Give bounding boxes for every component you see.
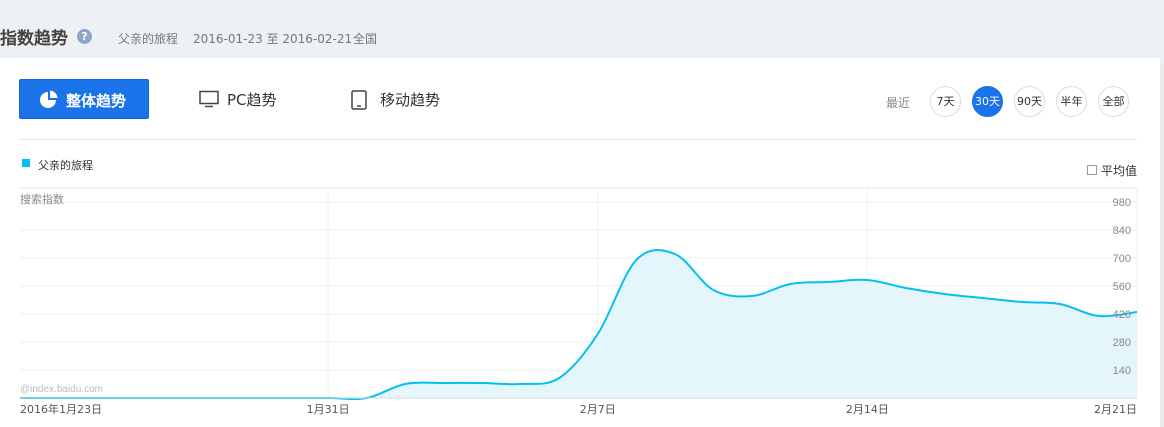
x-tick-label: 2月21日 bbox=[1094, 403, 1137, 416]
y-tick-label: 560 bbox=[1113, 281, 1131, 293]
y-tick-label: 700 bbox=[1113, 253, 1131, 265]
x-tick-label: 2月7日 bbox=[580, 403, 616, 416]
x-tick-label: 2016年1月23日 bbox=[20, 402, 102, 416]
y-tick-label: 140 bbox=[1113, 365, 1131, 377]
y-tick-label: 840 bbox=[1113, 225, 1131, 237]
y-tick-label: 420 bbox=[1113, 309, 1131, 321]
trend-chart: 140 280 420 560 700 840 980 搜索指数 @index.baidu.co… bbox=[20, 187, 1138, 416]
x-tick-label: 2月14日 bbox=[846, 403, 889, 416]
y-axis-label: 搜索指数 bbox=[20, 192, 64, 206]
y-tick-label: 280 bbox=[1113, 337, 1131, 349]
watermark: @index.baidu.com bbox=[20, 384, 103, 395]
x-tick-label: 1月31日 bbox=[307, 403, 350, 416]
y-tick-label: 980 bbox=[1113, 197, 1131, 209]
series-area bbox=[20, 250, 1137, 400]
